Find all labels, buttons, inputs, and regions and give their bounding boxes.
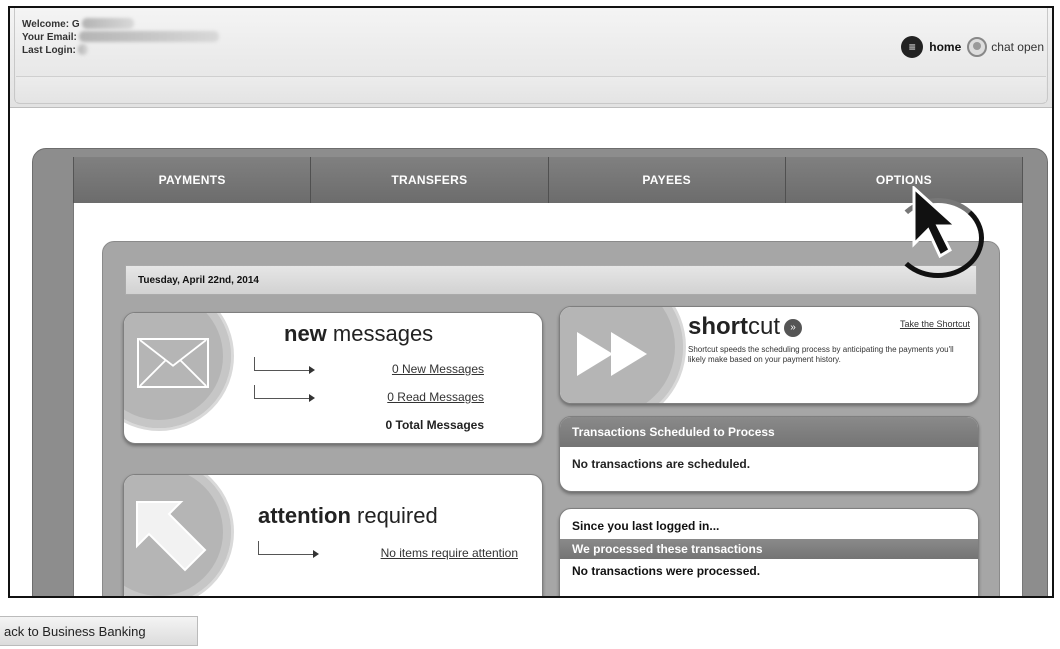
browser-frame: Welcome: G Your Email: Last Login: ≡ hom… <box>8 6 1054 598</box>
redacted-login <box>77 44 88 55</box>
redacted-name <box>81 18 134 29</box>
messages-title: new messages <box>284 321 434 346</box>
messages-card: new messages 0 New Messages 0 Read Messa… <box>123 312 543 444</box>
attention-title: attention required <box>258 503 438 528</box>
read-messages-link[interactable]: 0 Read Messages <box>387 390 484 404</box>
date-bar: Tuesday, April 22nd, 2014 <box>125 265 977 295</box>
envelope-icon <box>137 338 209 388</box>
home-icon[interactable]: ≡ <box>901 36 924 58</box>
cursor-highlight <box>882 186 992 282</box>
shortcut-go-icon[interactable]: » <box>784 318 803 337</box>
current-date: Tuesday, April 22nd, 2014 <box>138 274 259 286</box>
chat-link[interactable]: chat open <box>991 40 1044 54</box>
header-band <box>16 76 1046 102</box>
list-item: No items require attention <box>258 539 518 567</box>
tab-payees[interactable]: PAYEES <box>549 157 786 203</box>
attention-link[interactable]: No items require attention <box>381 546 518 560</box>
tab-payments[interactable]: PAYMENTS <box>74 157 312 203</box>
arrow-icon <box>254 385 315 402</box>
scheduled-heading: Transactions Scheduled to Process <box>560 417 978 447</box>
shortcut-title: shortcut» <box>688 313 803 341</box>
content-area: Tuesday, April 22nd, 2014 new messages 0… <box>73 203 1023 596</box>
scheduled-card: Transactions Scheduled to Process No tra… <box>559 416 979 492</box>
main-nav: PAYMENTS TRANSFERS PAYEES OPTIONS <box>73 157 1023 203</box>
top-links: ≡ home chat open <box>901 36 1044 58</box>
back-to-business-banking-button[interactable]: ack to Business Banking <box>0 616 198 646</box>
since-body: No transactions were processed. <box>572 564 761 578</box>
scheduled-body: No transactions are scheduled. <box>572 457 751 471</box>
since-title: Since you last logged in... <box>572 519 720 533</box>
messages-graphic <box>124 313 234 431</box>
arrow-icon <box>258 541 319 558</box>
attention-graphic <box>124 475 234 596</box>
since-subheading: We processed these transactions <box>560 539 978 559</box>
dashboard: Tuesday, April 22nd, 2014 new messages 0… <box>102 241 1000 596</box>
arrow-icon <box>136 501 207 572</box>
list-item: 0 Read Messages <box>254 383 484 411</box>
cursor-icon <box>912 186 958 258</box>
attention-card: attention required No items require atte… <box>123 474 543 596</box>
shortcut-description: Shortcut speeds the scheduling process b… <box>688 345 954 364</box>
header: Welcome: G Your Email: Last Login: ≡ hom… <box>10 8 1052 108</box>
messages-links: 0 New Messages 0 Read Messages 0 Total M… <box>254 355 484 439</box>
shortcut-graphic <box>560 307 686 403</box>
email-label: Your Email: <box>22 32 77 43</box>
welcome-label: Welcome: G <box>22 19 80 30</box>
home-link[interactable]: home <box>929 40 961 54</box>
fast-forward-icon <box>577 332 647 376</box>
tab-transfers[interactable]: TRANSFERS <box>311 157 549 203</box>
redacted-email <box>78 31 219 42</box>
take-shortcut-link[interactable]: Take the Shortcut <box>900 319 970 329</box>
chat-icon[interactable] <box>967 37 988 57</box>
arrow-icon <box>254 357 315 374</box>
last-login-label: Last Login: <box>22 45 76 56</box>
new-messages-link[interactable]: 0 New Messages <box>392 362 484 376</box>
total-messages: 0 Total Messages <box>385 418 484 432</box>
since-login-card: Since you last logged in... We processed… <box>559 508 979 596</box>
list-item: 0 Total Messages <box>254 411 484 439</box>
shortcut-card: shortcut» Take the Shortcut Shortcut spe… <box>559 306 979 404</box>
list-item: 0 New Messages <box>254 355 484 383</box>
user-info: Welcome: G Your Email: Last Login: <box>22 18 219 57</box>
